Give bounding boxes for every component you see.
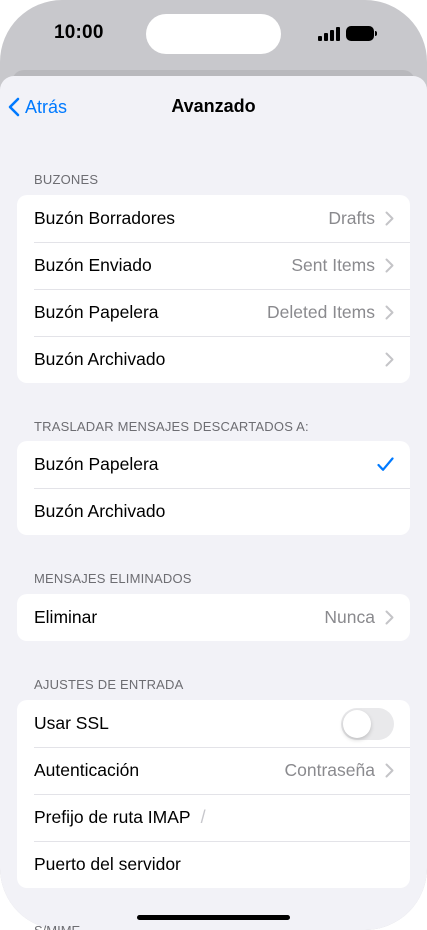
phone-screen: 10:00 Atrás Avanzado BUZONES Buzón Borra… bbox=[0, 0, 427, 930]
row-label: Buzón Papelera bbox=[34, 454, 159, 474]
row-sent-mailbox[interactable]: Buzón Enviado Sent Items bbox=[17, 242, 410, 289]
row-value: Drafts bbox=[328, 208, 375, 228]
incoming-settings-group: Usar SSL Autenticación Contraseña Prefij… bbox=[17, 700, 410, 888]
mailboxes-group: Buzón Borradores Drafts Buzón Enviado Se… bbox=[17, 195, 410, 383]
chevron-right-icon bbox=[385, 305, 394, 320]
row-authentication[interactable]: Autenticación Contraseña bbox=[17, 747, 410, 794]
battery-icon bbox=[346, 26, 377, 41]
cellular-signal-icon bbox=[318, 27, 340, 41]
row-label: Buzón Borradores bbox=[34, 208, 176, 228]
chevron-right-icon bbox=[385, 610, 394, 625]
chevron-right-icon bbox=[385, 211, 394, 226]
row-imap-path-prefix[interactable]: Prefijo de ruta IMAP / bbox=[17, 794, 410, 841]
row-label: Buzón Archivado bbox=[34, 501, 166, 521]
row-delete-setting[interactable]: Eliminar Nunca bbox=[17, 594, 410, 641]
section-header-deleted-messages: MENSAJES ELIMINADOS bbox=[34, 571, 192, 586]
row-label: Prefijo de ruta IMAP bbox=[34, 807, 191, 827]
row-use-ssl: Usar SSL bbox=[17, 700, 410, 747]
row-value: Contraseña bbox=[284, 760, 375, 780]
row-label: Buzón Papelera bbox=[34, 302, 159, 322]
status-time: 10:00 bbox=[54, 22, 104, 43]
chevron-right-icon bbox=[385, 258, 394, 273]
dynamic-island bbox=[146, 14, 281, 54]
row-label: Eliminar bbox=[34, 607, 98, 627]
toggle-knob bbox=[343, 709, 371, 738]
row-drafts-mailbox[interactable]: Buzón Borradores Drafts bbox=[17, 195, 410, 242]
ssl-toggle[interactable] bbox=[341, 707, 394, 740]
device-frame: 10:00 Atrás Avanzado BUZONES Buzón Borra… bbox=[0, 0, 427, 930]
row-label: Usar SSL bbox=[34, 713, 109, 733]
row-archive-mailbox[interactable]: Buzón Archivado bbox=[17, 336, 410, 383]
row-server-port[interactable]: Puerto del servidor bbox=[17, 841, 410, 888]
checkmark-icon bbox=[377, 457, 394, 471]
move-discarded-group: Buzón Papelera Buzón Archivado bbox=[17, 441, 410, 535]
section-header-smime-peek: S/MIME bbox=[34, 923, 80, 930]
section-header-move-discarded: TRASLADAR MENSAJES DESCARTADOS A: bbox=[34, 419, 309, 434]
option-trash-mailbox[interactable]: Buzón Papelera bbox=[17, 441, 410, 488]
row-label: Puerto del servidor bbox=[34, 854, 181, 874]
home-indicator[interactable] bbox=[137, 915, 290, 920]
chevron-right-icon bbox=[385, 763, 394, 778]
row-value: Nunca bbox=[324, 607, 375, 627]
navigation-bar: Atrás Avanzado bbox=[0, 76, 427, 136]
row-label: Autenticación bbox=[34, 760, 140, 780]
row-value: Sent Items bbox=[291, 255, 375, 275]
row-label: Buzón Enviado bbox=[34, 255, 152, 275]
settings-sheet: Atrás Avanzado BUZONES Buzón Borradores … bbox=[0, 76, 427, 930]
page-title: Avanzado bbox=[171, 96, 256, 116]
chevron-right-icon bbox=[385, 352, 394, 367]
row-label: Buzón Archivado bbox=[34, 349, 166, 369]
imap-prefix-input[interactable]: / bbox=[201, 807, 206, 828]
section-header-incoming-settings: AJUSTES DE ENTRADA bbox=[34, 677, 184, 692]
row-value: Deleted Items bbox=[267, 302, 375, 322]
status-bar: 10:00 bbox=[0, 0, 427, 70]
section-header-mailboxes: BUZONES bbox=[34, 172, 99, 187]
row-trash-mailbox[interactable]: Buzón Papelera Deleted Items bbox=[17, 289, 410, 336]
option-archive-mailbox[interactable]: Buzón Archivado bbox=[17, 488, 410, 535]
deleted-messages-group: Eliminar Nunca bbox=[17, 594, 410, 641]
